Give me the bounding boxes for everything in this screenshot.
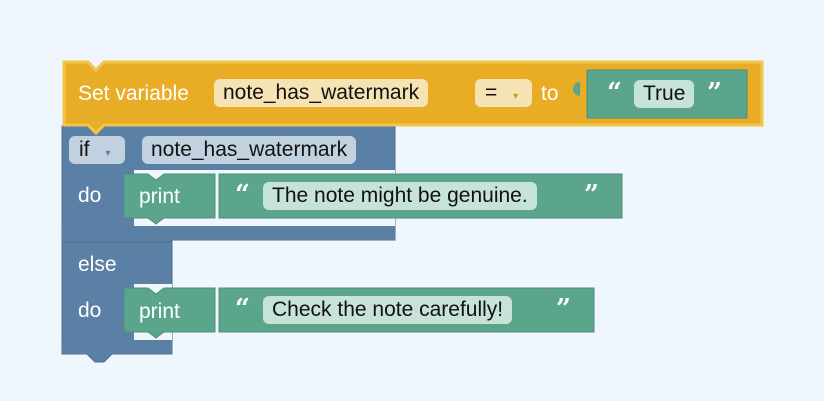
close-quote-icon: ” — [707, 78, 722, 108]
condition-variable-field[interactable]: note_has_watermark — [142, 136, 357, 164]
message-2-field[interactable]: Check the note carefully! — [263, 296, 513, 324]
operator-value: = — [485, 81, 498, 104]
do-label-1: do — [78, 184, 102, 207]
print-label-2: print — [139, 300, 180, 323]
close-quote-icon: ” — [556, 294, 571, 324]
to-label: to — [541, 82, 559, 105]
else-arm-bottom — [62, 340, 172, 354]
do-label-2: do — [78, 299, 102, 322]
true-value-field[interactable]: True — [634, 80, 695, 108]
set-variable-label: Set variable — [78, 82, 189, 105]
open-quote-icon: “ — [607, 78, 622, 108]
else-label: else — [78, 253, 117, 276]
if-dropdown[interactable]: if ▾ — [69, 136, 125, 164]
dropdown-arrow-icon: ▾ — [513, 91, 519, 102]
print-label-1: print — [139, 185, 180, 208]
if-arm-bottom — [62, 226, 395, 240]
dropdown-arrow-icon: ▾ — [105, 148, 111, 159]
open-quote-icon: “ — [235, 294, 250, 324]
open-quote-icon: “ — [235, 180, 250, 210]
close-quote-icon: ” — [584, 180, 599, 210]
message-1-field[interactable]: The note might be genuine. — [263, 182, 537, 210]
variable-name-field[interactable]: note_has_watermark — [214, 79, 429, 107]
operator-dropdown[interactable]: = ▾ — [475, 79, 532, 107]
if-label: if — [79, 138, 90, 161]
